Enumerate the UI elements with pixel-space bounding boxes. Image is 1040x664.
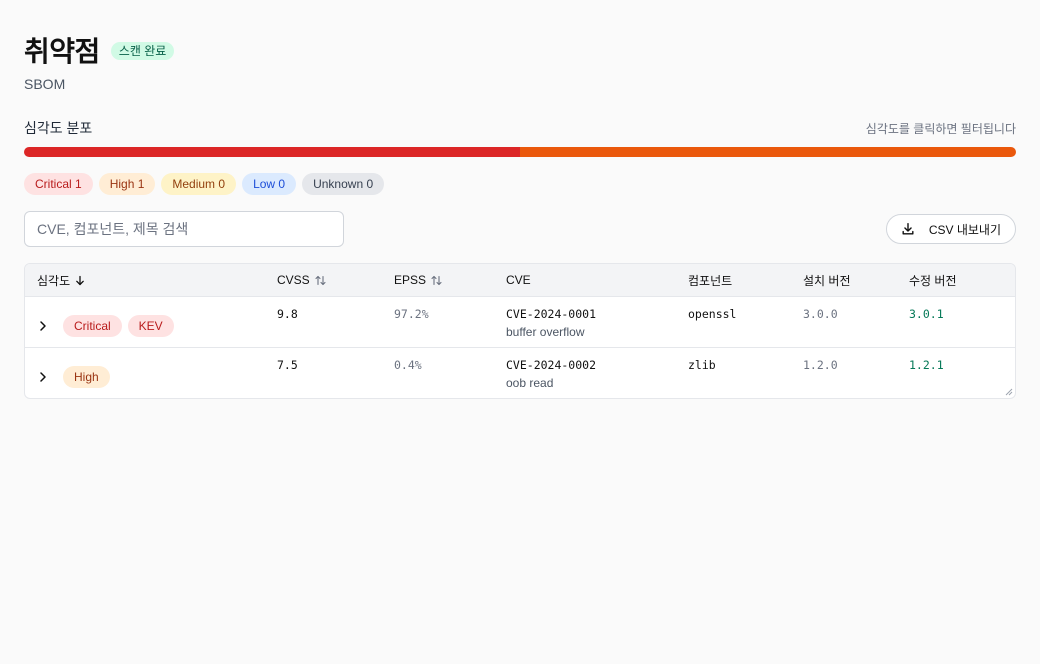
distribution-header: 심각도 분포 심각도를 클릭하면 필터됩니다	[24, 120, 1016, 136]
expand-row-button[interactable]	[37, 320, 49, 332]
download-icon	[902, 223, 914, 235]
cve-title: oob read	[506, 376, 554, 390]
epss-score: 0.4%	[394, 358, 422, 372]
distribution-title: 심각도 분포	[24, 120, 93, 136]
chevron-right-icon	[40, 372, 46, 382]
severity-chip-critical[interactable]: Critical 1	[24, 173, 93, 195]
table-header: 심각도 CVSS EPSS CVE 컴포넌트 설치 버전 수정 버전	[25, 264, 1015, 297]
severity-chip-unknown[interactable]: Unknown 0	[302, 173, 385, 195]
cve-id: CVE-2024-0002	[506, 358, 597, 372]
fixed-version: 1.2.1	[909, 358, 944, 372]
sort-both-icon	[431, 275, 442, 285]
column-header-fixed-version: 수정 버전	[909, 273, 957, 288]
cvss-score: 9.8	[277, 307, 298, 321]
component-name: openssl	[688, 307, 737, 321]
severity-chip-medium[interactable]: Medium 0	[161, 173, 237, 195]
severity-badge: Critical	[63, 314, 122, 337]
table-toolbar: CSV 내보내기	[24, 211, 1016, 247]
column-header-cvss[interactable]: CVSS	[277, 273, 394, 287]
cve-cell: CVE-2024-0002 oob read	[506, 348, 688, 398]
column-header-epss[interactable]: EPSS	[394, 273, 506, 287]
cve-id: CVE-2024-0001	[506, 307, 597, 321]
table-body: Critical KEV 9.8 97.2% CVE-2024-0001 buffer o…	[25, 297, 1015, 398]
severity-distribution-bar	[24, 147, 1016, 157]
table-row[interactable]: High 7.5 0.4% CVE-2024-0002 oob read zlib 1.2.…	[25, 348, 1015, 398]
sort-both-icon	[315, 275, 326, 285]
csv-export-label: CSV 내보내기	[928, 222, 1001, 237]
severity-filter-chips: Critical 1 High 1 Medium 0 Low 0 Unknown 0	[24, 173, 1016, 195]
status-badge: 스캔 완료	[110, 42, 175, 60]
epss-score: 97.2%	[394, 307, 429, 321]
page-header: 취약점 스캔 완료	[24, 30, 1016, 70]
page-subtitle: SBOM	[24, 76, 66, 92]
table-row[interactable]: Critical KEV 9.8 97.2% CVE-2024-0001 buffer o…	[25, 297, 1015, 348]
installed-version: 3.0.0	[803, 307, 838, 321]
column-header-installed-version: 설치 버전	[803, 273, 851, 288]
expand-row-button[interactable]	[37, 371, 49, 383]
kev-badge: KEV	[127, 314, 174, 337]
vulnerability-table: 심각도 CVSS EPSS CVE 컴포넌트 설치 버전 수정 버전 Criti…	[24, 263, 1016, 399]
page-title: 취약점	[24, 35, 100, 68]
component-name: zlib	[688, 358, 716, 372]
severity-cell: Critical KEV	[25, 297, 277, 347]
distribution-segment-critical[interactable]	[24, 147, 520, 157]
column-header-component: 컴포넌트	[688, 273, 733, 288]
severity-chip-high[interactable]: High 1	[98, 173, 156, 195]
column-header-cve: CVE	[506, 273, 531, 287]
severity-cell: High	[25, 348, 277, 398]
installed-version: 1.2.0	[803, 358, 838, 372]
cve-cell: CVE-2024-0001 buffer overflow	[506, 297, 688, 347]
severity-chip-low[interactable]: Low 0	[242, 173, 297, 195]
column-header-severity[interactable]: 심각도	[25, 272, 277, 289]
cvss-score: 7.5	[277, 358, 298, 372]
search-input[interactable]	[24, 211, 344, 247]
distribution-hint: 심각도를 클릭하면 필터됩니다	[865, 121, 1016, 136]
resize-handle-icon[interactable]	[1005, 388, 1013, 396]
vulnerabilities-page: 취약점 스캔 완료 SBOM 심각도 분포 심각도를 클릭하면 필터됩니다 Cr…	[24, 0, 1016, 399]
chevron-right-icon	[40, 320, 46, 331]
cve-title: buffer overflow	[506, 325, 585, 339]
sort-desc-icon	[76, 275, 84, 285]
csv-export-button[interactable]: CSV 내보내기	[885, 214, 1016, 244]
distribution-segment-high[interactable]	[520, 147, 1016, 157]
severity-badge: High	[63, 366, 110, 388]
fixed-version: 3.0.1	[909, 307, 944, 321]
